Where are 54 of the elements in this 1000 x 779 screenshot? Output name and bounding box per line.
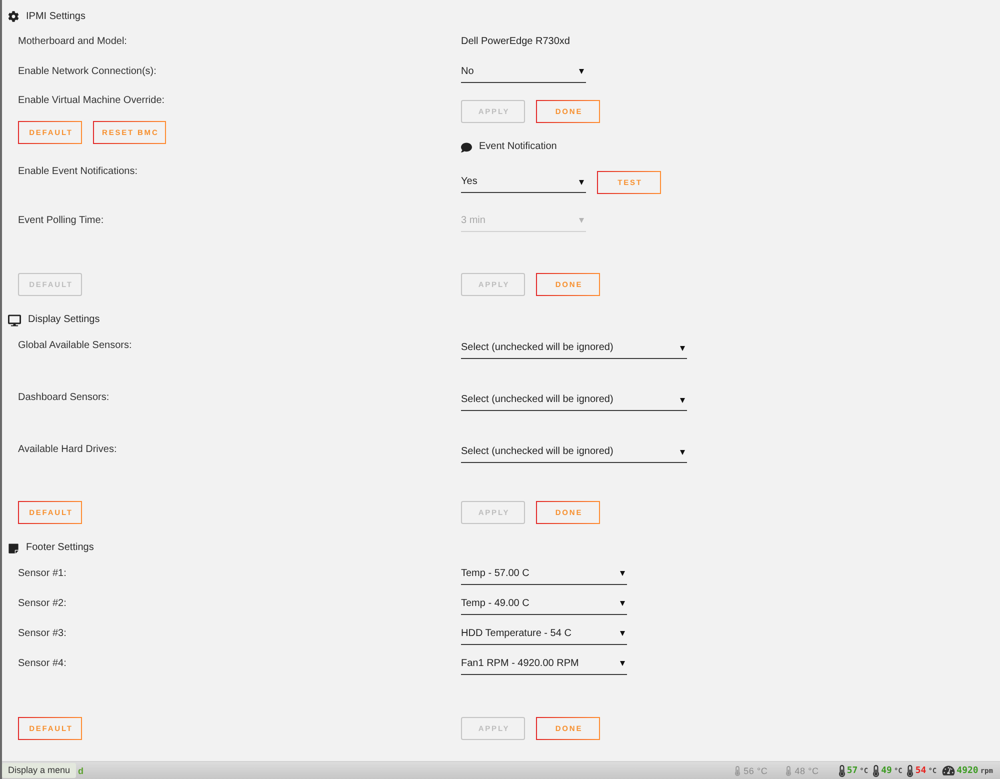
sensor-select[interactable]: Select (unchecked will be ignored) (461, 442, 687, 463)
caret-icon (620, 571, 625, 576)
sensor-select[interactable]: Fan1 RPM - 4920.00 RPM (461, 654, 627, 674)
thermometer-icon (734, 766, 740, 776)
section-title: Display Settings (28, 313, 100, 327)
section-title: IPMI Settings (26, 10, 86, 24)
field-label: Sensor #4: (18, 657, 66, 671)
field-label: Available Hard Drives: (18, 443, 117, 457)
sensor-select[interactable]: Select (unchecked will be ignored) (461, 390, 687, 411)
gauge-icon (942, 765, 955, 776)
caret-icon (680, 398, 685, 402)
field-label: Sensor #2: (18, 597, 66, 611)
sensor-select[interactable]: HDD Temperature - 54 C (461, 624, 627, 644)
sensor-value: 54 (915, 766, 926, 776)
field-label: Event Polling Time: (18, 214, 104, 228)
field-label: Enable Event Notifications: (18, 165, 138, 179)
section-title: Footer Settings (26, 541, 94, 555)
caret-icon (680, 450, 685, 454)
caret-icon (620, 661, 625, 666)
field-label: Enable Network Connection(s): (18, 65, 156, 79)
caret-icon (579, 69, 584, 74)
caret-icon (579, 218, 584, 223)
sticky-note-icon (8, 542, 19, 554)
caret-icon (680, 346, 685, 350)
menu-indicator[interactable]: d (78, 764, 84, 776)
field-label: Sensor #3: (18, 627, 66, 641)
speech-bubble-icon (461, 142, 472, 152)
thermometer-icon (907, 764, 914, 776)
monitor-icon (8, 314, 21, 326)
field-label: Global Available Sensors: (18, 339, 132, 353)
section-title: Event Notification (479, 140, 557, 154)
temperature-reading: 56 °C (744, 766, 768, 776)
field-label: Motherboard and Model: (18, 35, 127, 49)
network-select[interactable]: No (461, 62, 586, 82)
thermometer-icon (786, 766, 791, 776)
caret-icon (579, 180, 584, 184)
field-label: Enable Virtual Machine Override: (18, 94, 165, 108)
temperature-reading: 48 °C (794, 766, 819, 776)
sensor-value: 4920 (956, 766, 978, 776)
sensor-select[interactable]: Temp - 49.00 C (461, 594, 627, 614)
tooltip: Display a menu (2, 763, 76, 778)
sensor-select[interactable]: Temp - 57.00 C (461, 564, 627, 584)
caret-icon (620, 631, 625, 636)
thermometer-icon (873, 764, 880, 776)
field-label: Sensor #1: (18, 567, 66, 581)
sensor-value: 57 (846, 766, 858, 776)
notifications-select[interactable]: Yes (461, 172, 586, 193)
gear-icon (8, 11, 19, 22)
model-value: Dell PowerEdge R730xd (461, 35, 570, 49)
thermometer-icon (838, 764, 845, 776)
caret-icon (620, 601, 625, 606)
field-label: Dashboard Sensors: (18, 391, 110, 405)
sensor-select[interactable]: Select (unchecked will be ignored) (461, 338, 687, 359)
sensor-value: 49 (881, 766, 892, 776)
